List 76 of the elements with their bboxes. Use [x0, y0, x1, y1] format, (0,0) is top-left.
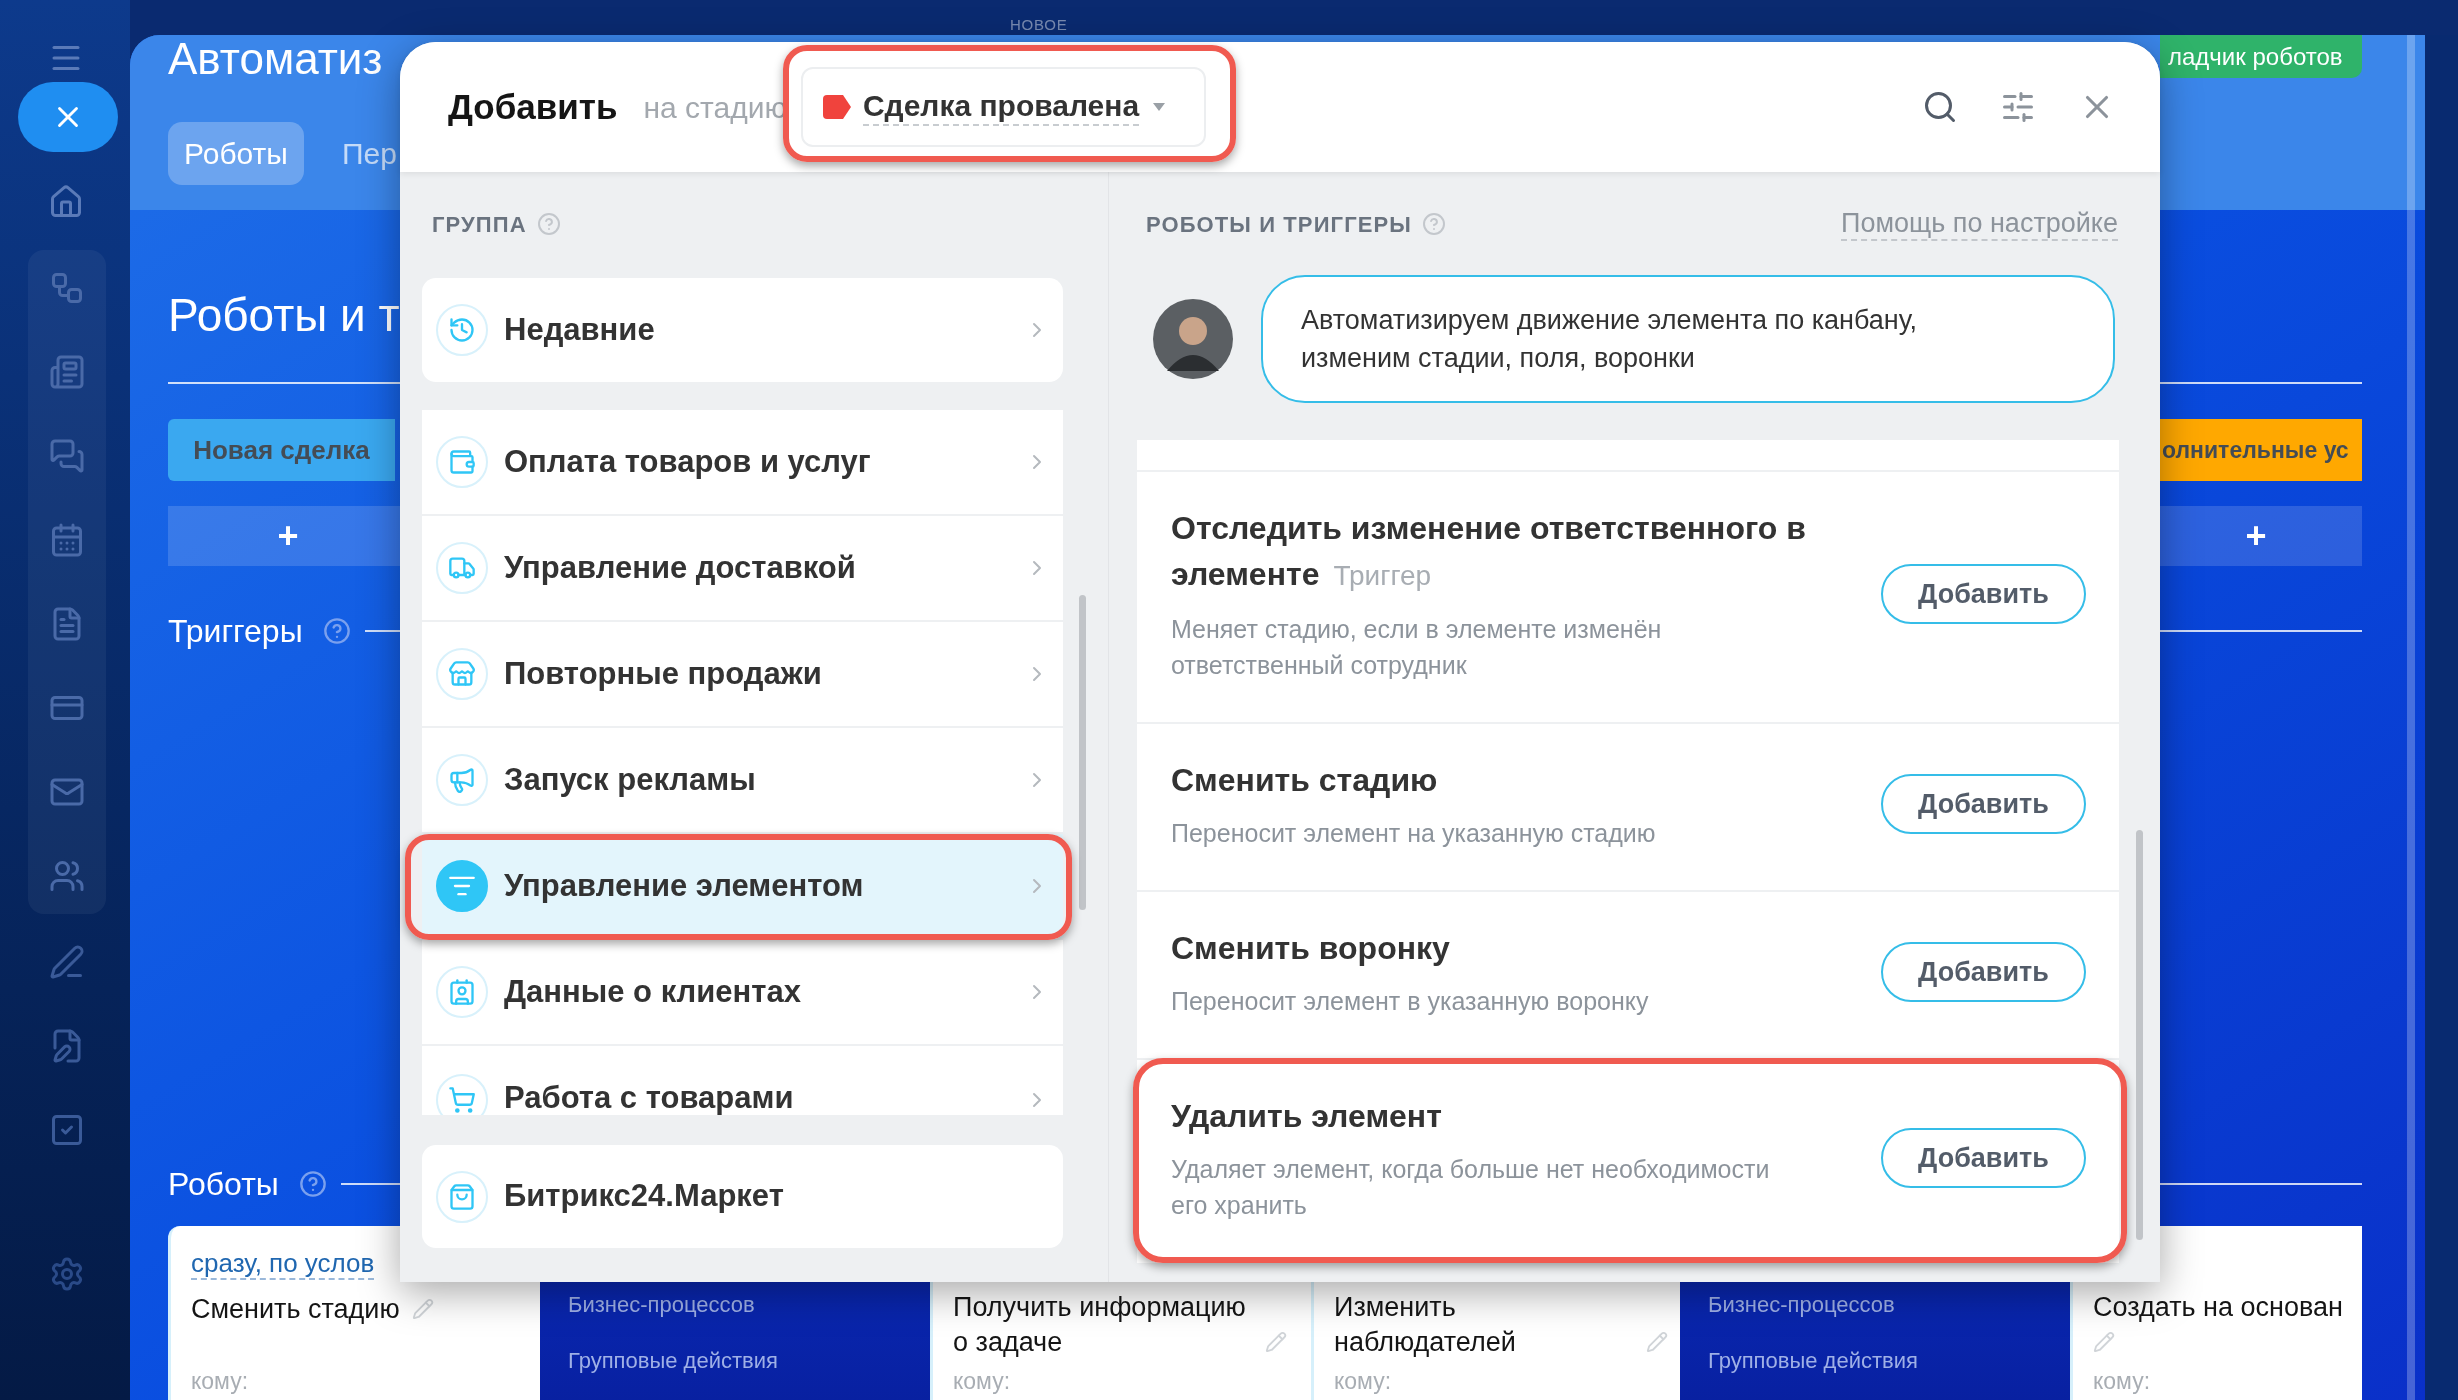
robots-heading: Роботы: [168, 1165, 279, 1204]
scrollbar[interactable]: [1079, 595, 1086, 910]
cart-icon: [436, 1074, 488, 1115]
users-icon[interactable]: [49, 858, 85, 894]
robot-title: Сменить стадию: [191, 1293, 400, 1326]
market-item[interactable]: Битрикс24.Маркет: [422, 1145, 1063, 1248]
page-title: Автоматиз: [168, 37, 383, 81]
calendar-icon[interactable]: [49, 522, 85, 558]
recipient-label: кому:: [2093, 1368, 2152, 1394]
megaphone-icon: [436, 754, 488, 806]
history-icon: [436, 304, 488, 356]
help-icon[interactable]: [536, 212, 561, 236]
robot-title: Получить информацию о задаче: [953, 1291, 1247, 1359]
settings-icon[interactable]: [49, 1256, 85, 1292]
group-item[interactable]: Недавние: [422, 278, 1063, 382]
menu-item[interactable]: Бизнес-процессов: [568, 1292, 755, 1318]
recipient-label: кому:: [1334, 1368, 1393, 1394]
new-label: НОВОЕ: [1010, 17, 1069, 33]
edit-icon[interactable]: [1646, 1331, 1668, 1353]
add-robot-button[interactable]: +: [2160, 506, 2362, 566]
edit-icon[interactable]: [2093, 1331, 2115, 1353]
robot-title: Изменить наблюдателей: [1334, 1291, 1517, 1359]
group-item[interactable]: Оплата товаров и услуг: [422, 410, 1063, 516]
menu-item[interactable]: Групповые действия: [568, 1348, 778, 1374]
robot-description: Переносит элемент на указанную стадию: [1171, 818, 1657, 849]
robots-heading: РОБОТЫ И ТРИГГЕРЫ: [1146, 210, 1412, 239]
add-button[interactable]: Добавить: [1881, 774, 2086, 834]
scrollbar[interactable]: [2136, 830, 2143, 1240]
robot-title: Сменить стадию: [1171, 761, 1438, 800]
pen-icon[interactable]: [49, 944, 85, 980]
add-robot-button[interactable]: +: [168, 506, 400, 566]
wallet-icon: [436, 436, 488, 488]
home-icon[interactable]: [48, 184, 84, 220]
contact-card-icon: [436, 966, 488, 1018]
menu-item[interactable]: Групповые действия: [1708, 1348, 1918, 1374]
dialog-title: Добавить: [448, 85, 618, 128]
add-button[interactable]: Добавить: [1881, 1128, 2086, 1188]
section-title: Роботы и т: [168, 288, 400, 342]
checkbox-icon[interactable]: [49, 1112, 85, 1148]
condition-link[interactable]: сразу, по услов: [191, 1248, 375, 1280]
robot-title: Сменить воронку: [1171, 929, 1450, 968]
assistant-message: Автоматизируем движение элемента по канбану, изменим стадии, поля, воронки: [1261, 275, 2115, 403]
robot-card[interactable]: Создать на основан кому:: [2070, 1226, 2362, 1400]
page-scrollbar[interactable]: [2407, 35, 2415, 1400]
filter-icon: [436, 860, 488, 912]
recipient-label: кому:: [191, 1368, 250, 1394]
stage-name: Сделка провалена: [862, 88, 1140, 126]
robot-title: Удалить элемент: [1171, 1097, 1442, 1136]
robot-description: Удаляет элемент, когда больше нет необходимости его хранить: [1171, 1154, 1771, 1221]
stage-prefix: на стадию: [643, 89, 787, 126]
help-icon[interactable]: [298, 1170, 327, 1198]
chat-icon[interactable]: [49, 438, 85, 474]
edit-icon[interactable]: [411, 1298, 434, 1320]
help-icon[interactable]: [1421, 212, 1446, 236]
robot-title: Создать на основан: [2093, 1291, 2343, 1324]
caret-down-icon: [1153, 103, 1166, 111]
robot-description: Меняет стадию, если в элементе изменён ответственный сотрудник: [1171, 614, 1663, 681]
stage-column-header[interactable]: олнительные ус: [2160, 419, 2362, 481]
help-icon[interactable]: [322, 617, 351, 645]
search-icon[interactable]: [1922, 89, 1958, 125]
add-button[interactable]: Добавить: [1881, 942, 2086, 1002]
workflow-icon[interactable]: [49, 270, 85, 306]
edit-icon[interactable]: [1265, 1331, 1287, 1353]
stage-selector[interactable]: Сделка провалена: [800, 67, 1206, 147]
truck-icon: [436, 542, 488, 594]
recipient-label: кому:: [953, 1368, 1012, 1394]
news-icon[interactable]: [49, 354, 85, 390]
group-heading: ГРУППА: [432, 210, 527, 239]
add-button[interactable]: Добавить: [1881, 564, 2086, 624]
robot-title: Отследить изменение ответственного в элементе Триггер: [1171, 509, 1807, 594]
triggers-heading: Триггеры: [168, 612, 303, 651]
menu-item[interactable]: Бизнес-процессов: [1708, 1292, 1895, 1318]
settings-icon[interactable]: [2000, 89, 2036, 125]
robot-description: Переносит элемент в указанную воронку: [1171, 986, 1650, 1017]
store-icon: [436, 648, 488, 700]
shopping-bag-icon: [436, 1170, 488, 1223]
